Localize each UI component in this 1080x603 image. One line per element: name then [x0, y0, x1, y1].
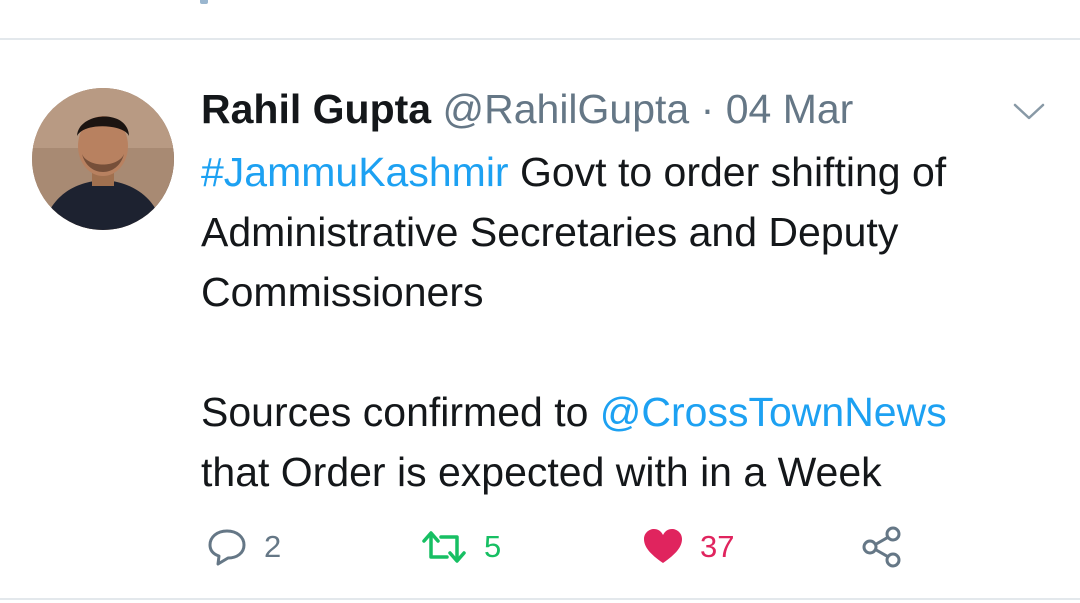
separator-dot: · — [700, 86, 715, 132]
retweet-icon — [422, 531, 466, 563]
tweet-text-line1: Govt to order shifting of — [508, 149, 947, 195]
like-button[interactable]: 37 — [642, 526, 734, 568]
mention-link[interactable]: @CrossTownNews — [600, 389, 947, 435]
chevron-down-icon — [1013, 103, 1045, 120]
retweet-count: 5 — [484, 529, 502, 564]
previous-tweet-thread-line — [200, 0, 208, 4]
retweet-button[interactable]: 5 — [420, 526, 501, 568]
tweet-divider-bottom — [0, 598, 1080, 600]
tweet-card[interactable]: Rahil Gupta @RahilGupta · 04 Mar #JammuK… — [0, 40, 1080, 598]
tweet-text-line2: Administrative Secretaries and Deputy — [201, 209, 899, 255]
hashtag-link[interactable]: #JammuKashmir — [201, 149, 509, 195]
tweet-text-line3: Commissioners — [201, 269, 484, 315]
share-icon — [862, 526, 901, 568]
like-count: 37 — [700, 529, 735, 564]
tweet-text-line4: Sources confirmed to — [201, 389, 600, 435]
avatar[interactable] — [32, 88, 174, 230]
share-button[interactable] — [861, 526, 903, 568]
tweet-header: Rahil Gupta @RahilGupta · 04 Mar — [201, 84, 853, 134]
tweet-text-line5: that Order is expected with in a Week — [201, 449, 882, 495]
author-handle[interactable]: @RahilGupta — [442, 86, 689, 132]
tweet-timestamp[interactable]: 04 Mar — [726, 86, 854, 132]
author-name[interactable]: Rahil Gupta — [201, 86, 431, 132]
heart-icon — [644, 529, 682, 563]
tweet-menu-button[interactable] — [1012, 102, 1046, 122]
reply-button[interactable]: 2 — [206, 526, 281, 568]
reply-count: 2 — [264, 529, 282, 564]
tweet-text: #JammuKashmir Govt to order shifting of … — [201, 142, 1061, 502]
reply-icon — [208, 529, 246, 566]
avatar-photo — [32, 88, 174, 230]
tweet-actions: 2 5 37 — [0, 526, 1080, 568]
